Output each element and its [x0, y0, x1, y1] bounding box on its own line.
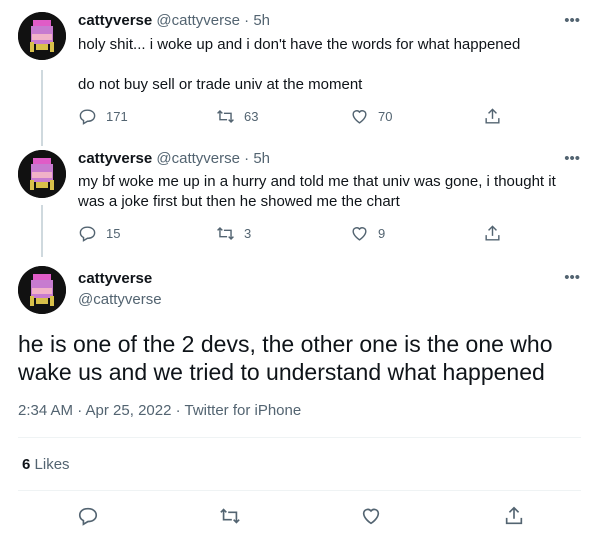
separator-dot: · [244, 12, 250, 29]
avatar[interactable] [18, 150, 66, 198]
like-count: 9 [378, 226, 386, 241]
user-handle[interactable]: @cattyverse [78, 289, 162, 310]
user-handle[interactable]: @cattyverse [156, 150, 240, 167]
like-icon [362, 508, 380, 525]
retweet-count: 63 [244, 109, 259, 124]
reply-button[interactable]: 171 [78, 107, 128, 126]
more-icon[interactable]: ••• [564, 13, 580, 28]
reply-button[interactable] [77, 505, 99, 527]
main-tweet-actions [0, 505, 599, 527]
retweet-button[interactable] [219, 505, 241, 527]
divider [18, 490, 581, 491]
like-icon [352, 227, 367, 241]
retweet-count: 3 [244, 226, 252, 241]
tweet-line: holy shit... i woke up and i don't have … [78, 36, 521, 53]
more-icon[interactable]: ••• [564, 151, 580, 166]
tweet-header: cattyverse @cattyverse · 5h [78, 149, 270, 169]
main-tweet-text: he is one of the 2 devs, the other one i… [18, 331, 553, 385]
reply-count: 15 [106, 226, 121, 241]
display-name[interactable]: cattyverse [78, 12, 152, 29]
user-handle[interactable]: @cattyverse [156, 12, 240, 29]
timestamp[interactable]: 5h [253, 12, 270, 29]
reply-icon [78, 507, 98, 526]
retweet-icon [217, 109, 234, 124]
like-button[interactable] [360, 505, 382, 527]
avatar[interactable] [18, 266, 66, 314]
tweet-text: my bf woke me up in a hurry and told me … [78, 172, 578, 212]
retweet-button[interactable]: 63 [216, 107, 258, 126]
likes-count: 6 [22, 456, 31, 473]
share-button[interactable] [483, 107, 502, 126]
share-button[interactable] [483, 224, 502, 243]
retweet-icon [217, 226, 234, 241]
reply-icon [79, 226, 96, 242]
tweet-line: my bf woke me up in a hurry and told me … [78, 173, 556, 190]
more-icon[interactable]: ••• [564, 270, 580, 285]
share-button[interactable] [503, 505, 525, 527]
likes-summary[interactable]: 6 Likes [22, 456, 70, 473]
share-icon [505, 506, 523, 525]
divider [18, 437, 581, 438]
avatar[interactable] [18, 12, 66, 60]
tweet-header: cattyverse @cattyverse [78, 268, 162, 310]
tweet-metadata[interactable]: 2:34 AM · Apr 25, 2022 · Twitter for iPh… [18, 402, 301, 419]
separator-dot: · [244, 150, 250, 167]
likes-label: Likes [34, 456, 70, 473]
retweet-button[interactable]: 3 [216, 224, 251, 243]
display-name[interactable]: cattyverse [78, 268, 162, 289]
like-button[interactable]: 9 [350, 224, 385, 243]
tweet-line: was a joke first but then he showed me t… [78, 193, 400, 210]
reply-button[interactable]: 15 [78, 224, 120, 243]
tweet-line: do not buy sell or trade univ at the mom… [78, 76, 363, 93]
like-count: 70 [378, 109, 393, 124]
share-icon [485, 108, 500, 124]
share-icon [485, 225, 500, 241]
timestamp[interactable]: 5h [253, 150, 270, 167]
tweet-actions: 15 3 9 [78, 224, 558, 244]
reply-count: 171 [106, 109, 128, 124]
thread-line [41, 205, 43, 257]
tweet-actions: 171 63 70 [78, 107, 558, 127]
tweet-text: holy shit... i woke up and i don't have … [78, 35, 578, 95]
thread-line [41, 70, 43, 146]
like-icon [352, 110, 367, 124]
tweet-header: cattyverse @cattyverse · 5h [78, 11, 270, 31]
retweet-icon [220, 508, 240, 524]
reply-icon [79, 109, 96, 125]
like-button[interactable]: 70 [350, 107, 392, 126]
display-name[interactable]: cattyverse [78, 150, 152, 167]
